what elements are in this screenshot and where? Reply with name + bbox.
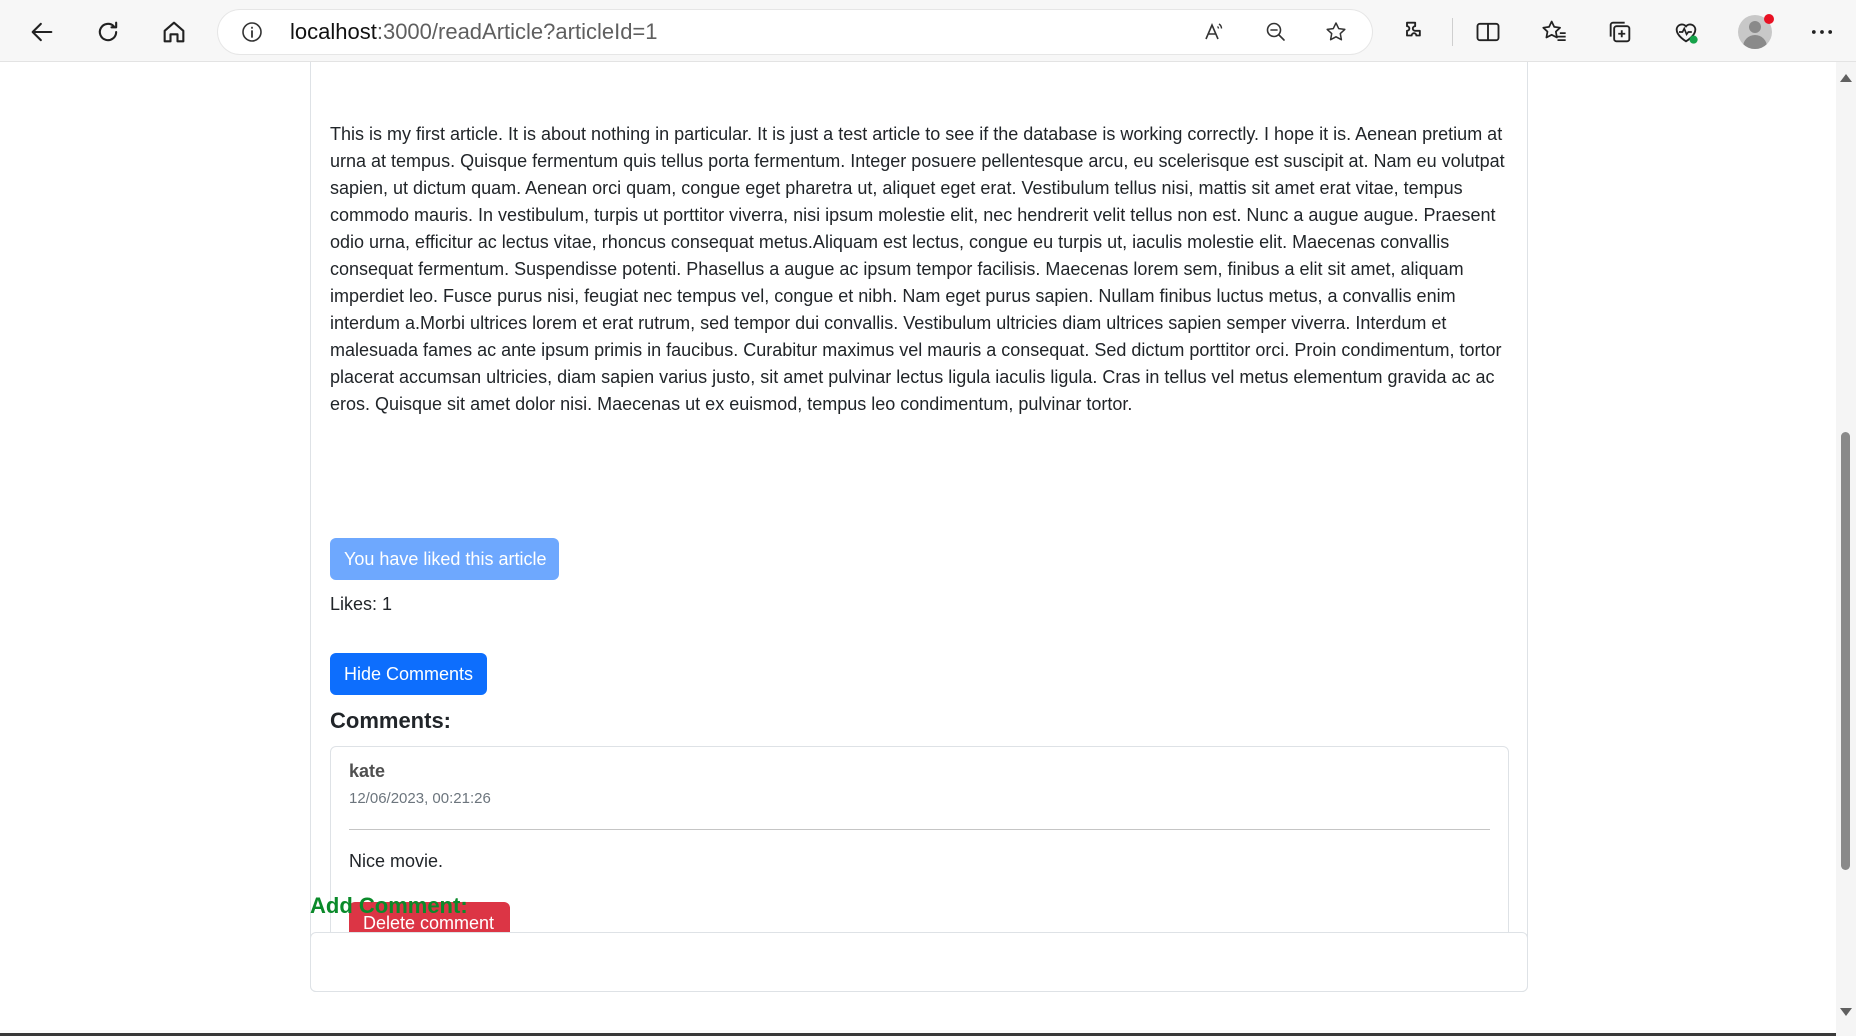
read-aloud-icon[interactable]	[1202, 20, 1226, 44]
address-bar[interactable]: localhost:3000/readArticle?articleId=1	[218, 10, 1372, 54]
collections-icon[interactable]	[1600, 12, 1640, 52]
back-icon[interactable]	[22, 12, 62, 52]
comment-divider	[349, 829, 1490, 830]
notification-dot	[1764, 14, 1774, 24]
add-comment-card	[310, 932, 1528, 992]
comment-author: kate	[349, 761, 386, 781]
refresh-icon[interactable]	[88, 12, 128, 52]
favorites-icon[interactable]	[1534, 12, 1574, 52]
liked-article-button[interactable]: You have liked this article	[330, 538, 559, 580]
browser-essentials-icon[interactable]	[1666, 12, 1706, 52]
scrollbar-thumb[interactable]	[1841, 432, 1850, 870]
more-menu-icon[interactable]	[1802, 12, 1842, 52]
toolbar-separator	[1452, 18, 1453, 46]
comment-date: 12/06/2023, 00:21:26	[349, 790, 491, 807]
hide-comments-button[interactable]: Hide Comments	[330, 653, 487, 695]
info-icon[interactable]	[240, 20, 264, 44]
url-text[interactable]: localhost:3000/readArticle?articleId=1	[290, 20, 658, 44]
extensions-icon[interactable]	[1394, 12, 1434, 52]
page-scrollbar[interactable]	[1836, 62, 1856, 1036]
zoom-out-icon[interactable]	[1264, 20, 1288, 44]
article-body: This is my first article. It is about no…	[330, 124, 1505, 414]
article-card: This is my first article. It is about no…	[310, 62, 1528, 992]
comment-card: kate 12/06/2023, 00:21:26 Nice movie. De…	[330, 746, 1509, 962]
likes-count: Likes: 1	[330, 594, 393, 614]
add-comment-heading: Add Comment:	[310, 893, 468, 918]
split-screen-icon[interactable]	[1468, 12, 1508, 52]
page-viewport: This is my first article. It is about no…	[0, 62, 1836, 1036]
comments-heading: Comments:	[330, 708, 452, 733]
comment-text: Nice movie.	[349, 851, 444, 871]
scroll-down-arrow-icon[interactable]	[1840, 1008, 1852, 1016]
browser-toolbar: localhost:3000/readArticle?articleId=1	[0, 0, 1856, 62]
favorite-star-icon[interactable]	[1324, 20, 1348, 44]
home-icon[interactable]	[154, 12, 194, 52]
scroll-up-arrow-icon[interactable]	[1840, 74, 1852, 82]
